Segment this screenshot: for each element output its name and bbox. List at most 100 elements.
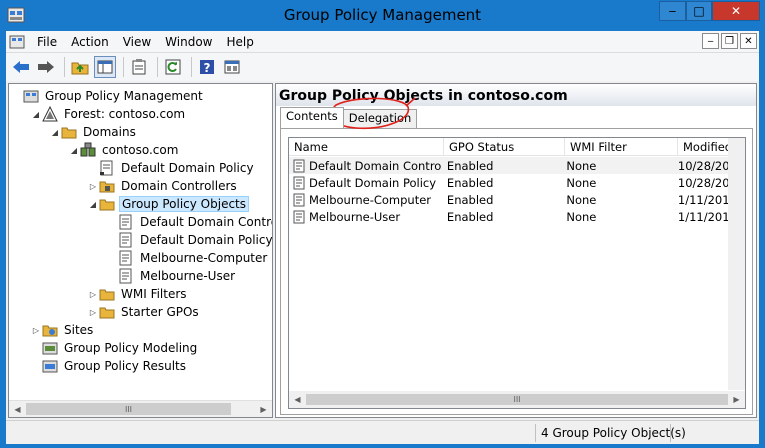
gpo-link-icon [100,160,113,176]
expand-arrow-icon[interactable]: ▷ [87,290,99,299]
cell-gpo-status: Enabled [446,193,494,207]
tree-item-starter-gpos[interactable]: ▷ Starter GPOs [87,303,201,321]
toolbar-separator [64,57,65,77]
expand-arrow-icon[interactable]: ▷ [30,326,42,335]
tree-item-label: contoso.com [102,143,179,157]
gpo-list-row[interactable]: Default Domain Controller...EnabledNone1… [289,157,741,174]
menu-bar: File Action View Window Help ‒ ❐ ✕ [6,31,759,52]
tree-item-forest-contoso-com[interactable]: ◢ Forest: contoso.com [30,105,187,123]
menu-action[interactable]: Action [65,35,117,49]
minimize-button[interactable]: ‒ [659,1,686,21]
scroll-right-arrow[interactable]: ▶ [255,401,272,417]
gpo-list-row[interactable]: Melbourne-Computer Enabled None 1/11/2013 1 [289,191,741,208]
sites-icon [42,325,58,337]
folder-icon [99,307,115,319]
gpo-list-row[interactable]: Default Domain Policy Enabled None 10/28/20… [289,174,741,191]
collapse-arrow-icon[interactable]: ◢ [30,110,42,119]
forward-button[interactable] [35,56,57,78]
tree-item-label: Group Policy Modeling [64,341,198,355]
folder-icon [99,199,115,211]
refresh-button[interactable] [162,56,184,78]
menu-window[interactable]: Window [159,35,220,49]
scroll-thumb[interactable]: III [26,403,231,415]
cell-text: Melbourne-Computer [309,193,432,207]
collapse-arrow-icon[interactable]: ◢ [49,128,61,137]
tree-item-wmi-filters[interactable]: ▷ WMI Filters [87,285,189,303]
tree-item-domains[interactable]: ◢ Domains [49,123,138,141]
console-button[interactable] [221,56,243,78]
collapse-arrow-icon[interactable]: ◢ [68,146,80,155]
collapse-arrow-icon[interactable]: ◢ [87,200,99,209]
list-horizontal-scrollbar[interactable]: ◀ III ▶ [289,391,745,408]
tree-item-label: Default Domain Policy [121,161,254,175]
tree-item-label: Default Domain Policy [140,233,273,247]
toolbar-separator [191,57,192,77]
cell-name: Default Domain Policy [289,174,442,191]
console-tree[interactable]: Group Policy Management ◢ Forest: contoso.… [8,83,273,418]
tree-item-melbourne-user[interactable]: Melbourne-User [106,267,237,285]
title-bar[interactable]: Group Policy Management ‒ □ ✕ [0,0,765,31]
show-hide-tree-button[interactable] [94,56,116,78]
tree-item-default-domain-policy[interactable]: Default Domain Policy [106,231,273,249]
details-pane: Group Policy Objects in contoso.com Cont… [275,83,757,418]
menu-file[interactable]: File [31,35,65,49]
properties-button[interactable] [128,56,150,78]
help-button[interactable]: ? [196,56,218,78]
gpo-list[interactable]: Name GPO Status WMI Filter Modified Defa… [288,137,746,409]
ou-icon [99,181,115,193]
tree-item-melbourne-computer[interactable]: Melbourne-Computer [106,249,269,267]
up-folder-icon [71,62,89,75]
mdi-restore-button[interactable]: ❐ [721,33,738,49]
tree-item-group-policy-objects[interactable]: ◢ Group Policy Objects [87,195,250,213]
mdi-close-button[interactable]: ✕ [740,33,757,49]
tree-item-group-policy-results[interactable]: Group Policy Results [30,357,188,375]
tree-item-default-domain-policy[interactable]: Default Domain Policy [87,159,256,177]
cell-gpo-status: Enabled [446,176,494,190]
gpo-icon [293,159,305,173]
client-area: Group Policy Management ◢ Forest: contoso.… [6,81,759,420]
tree-item-group-policy-management[interactable]: Group Policy Management [11,87,205,105]
tree-item-domain-controllers[interactable]: ▷ Domain Controllers [87,177,239,195]
column-header-gpo-status[interactable]: GPO Status [444,138,565,156]
cell-name: Melbourne-Computer [289,191,442,208]
scroll-left-arrow[interactable]: ◀ [289,391,306,407]
up-one-level-button[interactable] [69,56,91,78]
list-vertical-scrollbar[interactable] [728,138,745,390]
expand-arrow-icon[interactable]: ▷ [87,182,99,191]
close-button[interactable]: ✕ [712,1,760,21]
gpo-icon [293,176,305,190]
tree-horizontal-scrollbar[interactable]: ◀ III ▶ [9,400,272,417]
scroll-thumb[interactable]: III [306,394,728,405]
expand-arrow-icon[interactable]: ▷ [87,308,99,317]
menu-help[interactable]: Help [221,35,262,49]
tree-item-label: Sites [64,323,94,337]
back-arrow-icon [13,61,29,73]
modeling-icon [42,342,58,355]
show-hide-tree-icon [97,60,113,74]
gpo-icon [119,250,132,266]
gpo-list-row[interactable]: Melbourne-User Enabled None 1/11/2013 1 [289,208,741,225]
system-menu-icon[interactable] [9,34,25,50]
tree-item-label: WMI Filters [121,287,187,301]
tree-item-label: Group Policy Management [45,89,203,103]
cell-gpo-status: Enabled [446,159,494,173]
cell-wmi-filter: None [566,193,597,207]
mdi-minimize-button[interactable]: ‒ [702,33,719,49]
properties-icon [132,59,146,75]
menu-view[interactable]: View [117,35,159,49]
back-button[interactable] [10,56,32,78]
column-header-name[interactable]: Name [289,138,444,156]
tab-body: Name GPO Status WMI Filter Modified Defa… [280,128,753,415]
tree-item-contoso-com[interactable]: ◢ contoso.com [68,141,180,159]
scroll-left-arrow[interactable]: ◀ [9,401,26,417]
toolbar: ? [6,52,759,81]
status-text: 4 Group Policy Object(s) [541,426,686,440]
tab-delegation[interactable]: Delegation [342,109,418,128]
tree-item-default-domain-controller[interactable]: Default Domain Controller [106,213,272,231]
tab-contents[interactable]: Contents [280,107,344,128]
tree-item-group-policy-modeling[interactable]: Group Policy Modeling [30,339,199,357]
tree-item-sites[interactable]: ▷ Sites [30,321,95,339]
scroll-right-arrow[interactable]: ▶ [728,391,745,407]
maximize-button[interactable]: □ [686,1,712,21]
column-header-wmi-filter[interactable]: WMI Filter [565,138,678,156]
